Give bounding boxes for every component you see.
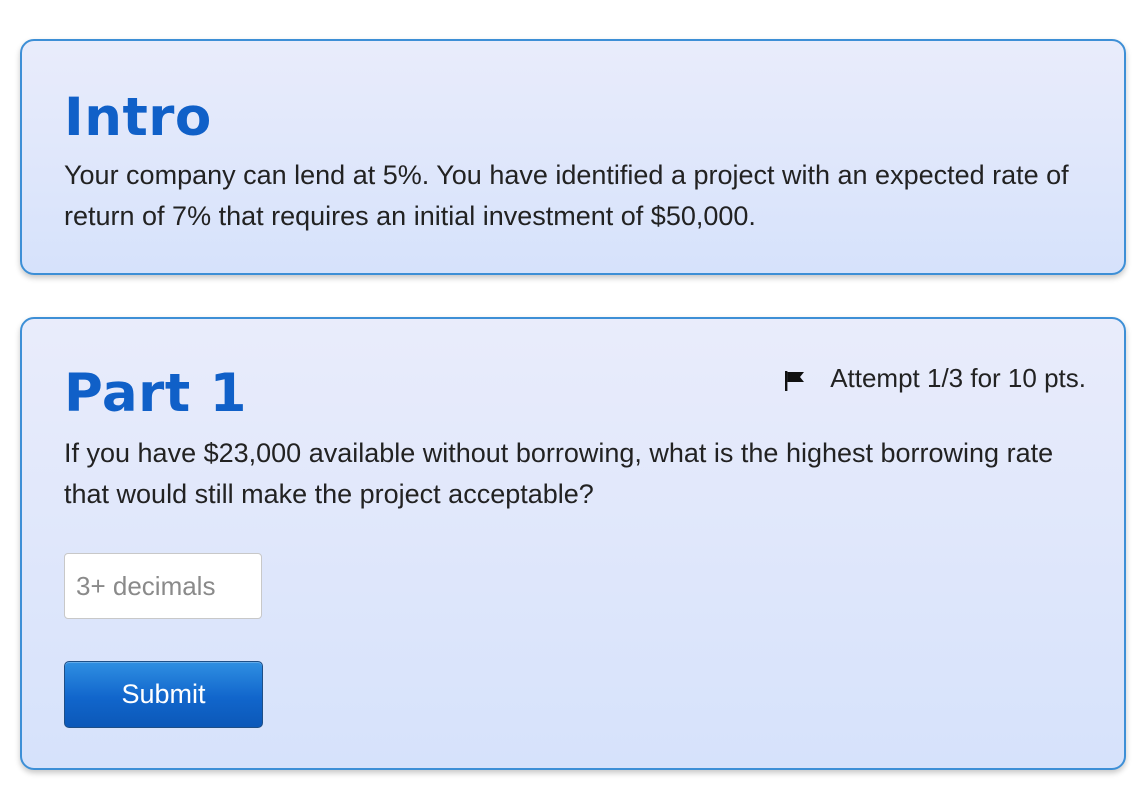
answer-input[interactable] [64,553,262,619]
part-1-title: Part 1 [64,363,247,424]
question-text: If you have $23,000 available without bo… [64,438,1054,509]
submit-button[interactable]: Submit [64,661,263,728]
attempt-text: Attempt 1/3 for 10 pts. [830,363,1086,393]
flag-icon[interactable] [784,368,806,391]
intro-text: Your company can lend at 5%. You have id… [64,160,1069,231]
intro-card: Intro Your company can lend at 5%. You h… [20,39,1126,275]
attempt-info: Attempt 1/3 for 10 pts. [784,363,1086,394]
intro-title: Intro [64,87,212,148]
part-1-card: Part 1 Attempt 1/3 for 10 pts. If you ha… [20,317,1126,770]
